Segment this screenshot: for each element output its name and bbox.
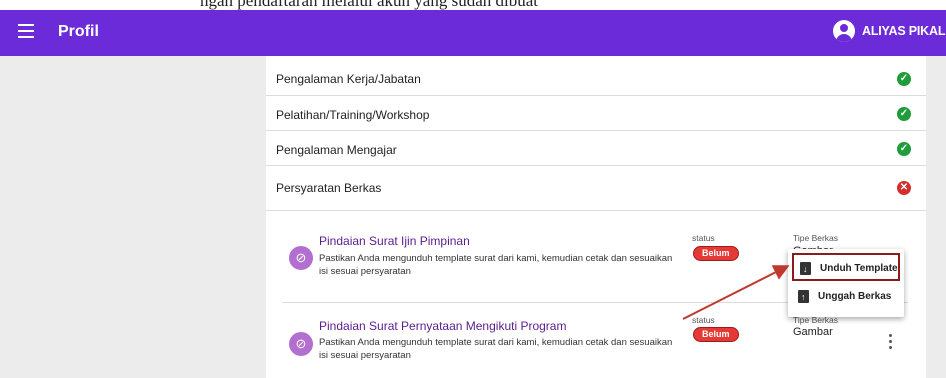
paperclip-icon: ⊘ xyxy=(289,246,313,270)
check-circle-icon: ✓ xyxy=(897,142,911,156)
check-circle-icon: ✓ xyxy=(897,72,911,86)
check-circle-icon: ✓ xyxy=(897,107,911,121)
section-row-pengalaman-kerja[interactable]: Pengalaman Kerja/Jabatan ✓ xyxy=(266,56,926,96)
section-row-persyaratan-berkas[interactable]: Persyaratan Berkas ✕ xyxy=(266,166,926,211)
section-row-pelatihan[interactable]: Pelatihan/Training/Workshop ✓ xyxy=(266,96,926,131)
partial-caption: ngan pendaftaran melalui akun yang sudah… xyxy=(0,0,946,10)
document-action-menu: ↓ Unduh Template ↑ Unggah Berkas xyxy=(788,249,904,317)
status-label: status xyxy=(692,233,715,243)
scrollbar-track[interactable] xyxy=(926,56,946,378)
list-item: ⊘ Pindaian Surat Pernyataan Mengikuti Pr… xyxy=(282,315,908,375)
menu-item-label: Unduh Template xyxy=(820,263,898,274)
file-icon: ↓ xyxy=(800,262,811,275)
section-row-pengalaman-mengajar[interactable]: Pengalaman Mengajar ✓ xyxy=(266,131,926,166)
section-label: Pelatihan/Training/Workshop xyxy=(276,108,430,122)
hamburger-icon[interactable] xyxy=(18,24,34,38)
app-bar: Profil ALIYAS PIKAL xyxy=(0,10,946,56)
file-type-label: Tipe Berkas xyxy=(793,233,839,243)
paperclip-icon: ⊘ xyxy=(289,332,313,356)
menu-item-label: Unggah Berkas xyxy=(818,291,892,302)
account-circle-icon[interactable] xyxy=(833,20,855,42)
section-label: Persyaratan Berkas xyxy=(276,181,382,195)
document-description: Pastikan Anda mengunduh template surat d… xyxy=(319,337,673,361)
document-title: Pindaian Surat Pernyataan Mengikuti Prog… xyxy=(319,319,567,333)
kebab-menu-icon[interactable] xyxy=(887,333,893,351)
file-icon: ↑ xyxy=(798,290,809,303)
status-badge: Belum xyxy=(693,327,739,342)
section-label: Pengalaman Mengajar xyxy=(276,143,397,157)
page-title: Profil xyxy=(58,23,99,40)
cancel-circle-icon: ✕ xyxy=(897,181,911,195)
status-badge: Belum xyxy=(693,246,739,261)
file-type-value: Gambar xyxy=(793,326,833,338)
sidebar xyxy=(0,56,266,378)
upload-file-menu-item[interactable]: ↑ Unggah Berkas xyxy=(792,283,900,311)
section-label: Pengalaman Kerja/Jabatan xyxy=(276,72,421,86)
status-label: status xyxy=(692,315,715,325)
caption-text: ngan pendaftaran melalui akun yang sudah… xyxy=(200,0,538,10)
profile-content: Pengalaman Kerja/Jabatan ✓ Pelatihan/Tra… xyxy=(266,56,926,378)
user-name[interactable]: ALIYAS PIKAL xyxy=(862,24,945,38)
document-description: Pastikan Anda mengunduh template surat d… xyxy=(319,253,673,277)
download-template-menu-item[interactable]: ↓ Unduh Template xyxy=(792,253,900,281)
document-title: Pindaian Surat Ijin Pimpinan xyxy=(319,234,470,248)
